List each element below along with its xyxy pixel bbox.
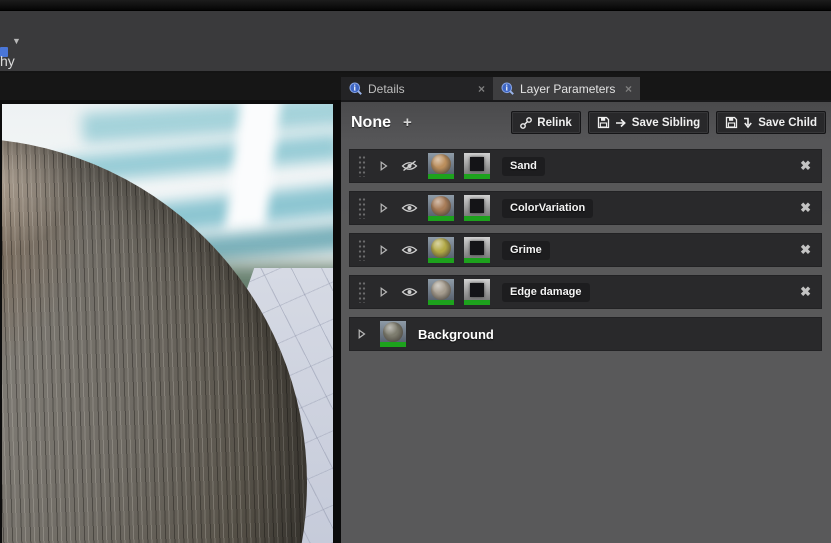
layer-thumbnail-mask[interactable] [464,153,490,179]
button-label: Relink [537,116,572,129]
arrow-down-icon [744,117,753,128]
save-child-button[interactable]: Save Child [716,111,826,134]
layer-name-chip[interactable]: Grime [502,240,550,260]
remove-layer-icon[interactable]: ✖ [800,158,811,174]
panel-header: None + Relink Save Sibling Save Child [341,102,831,143]
remove-layer-icon[interactable]: ✖ [800,242,811,258]
drag-handle[interactable] [358,281,366,303]
toolbar-partial-button[interactable]: hy [0,53,15,69]
drag-handle[interactable] [358,155,366,177]
visibility-on-icon[interactable] [400,244,418,256]
layer-row-colorvariation[interactable]: ColorVariation ✖ [349,191,822,225]
layer-thumbnail-sphere[interactable] [428,237,454,263]
tab-close-icon[interactable]: × [625,82,632,96]
thumbnail-green-bar [428,174,454,179]
panel-tab-bar: i Details × i Layer Parameters × [0,73,831,100]
tab-label: Details [368,81,405,96]
tab-layer-parameters[interactable]: i Layer Parameters × [493,77,640,100]
button-label: Save Sibling [631,116,701,129]
background-layer-label: Background [418,326,494,342]
asset-name-label: None [351,113,391,131]
layer-row-sand[interactable]: Sand ✖ [349,149,822,183]
thumbnail-green-bar [464,216,490,221]
drag-handle[interactable] [358,239,366,261]
button-label: Save Child [758,116,817,129]
arrow-right-icon [615,118,626,127]
tab-label: Layer Parameters [520,81,616,96]
layer-thumbnail-sphere[interactable] [380,321,406,347]
save-icon [726,116,738,129]
layer-row-edge-damage[interactable]: Edge damage ✖ [349,275,822,309]
remove-layer-icon[interactable]: ✖ [800,284,811,300]
editor-toolbar: ▼ hy [0,11,831,73]
application-window: ▼ hy i Details × i Layer Parameters × No… [0,0,831,543]
drag-handle[interactable] [358,197,366,219]
thumbnail-green-bar [464,300,490,305]
visibility-on-icon[interactable] [400,286,418,298]
window-top-bar [0,0,831,11]
expand-arrow-icon[interactable] [380,287,388,297]
layer-stack: Sand ✖ ColorVariation ✖ Grime ✖ Edge dam… [341,143,831,351]
info-magnifier-icon: i [501,82,514,95]
tab-details[interactable]: i Details × [341,77,493,100]
layer-thumbnail-mask[interactable] [464,279,490,305]
layer-thumbnail-mask[interactable] [464,237,490,263]
save-icon [597,116,609,129]
visibility-on-icon[interactable] [400,202,418,214]
expand-arrow-icon[interactable] [380,203,388,213]
save-sibling-button[interactable]: Save Sibling [587,111,710,134]
layer-row-background[interactable]: Background [349,317,822,351]
layer-row-grime[interactable]: Grime ✖ [349,233,822,267]
relink-button[interactable]: Relink [511,111,581,134]
thumbnail-green-bar [464,258,490,263]
layer-name-chip[interactable]: ColorVariation [502,198,594,218]
layer-thumbnail-sphere[interactable] [428,279,454,305]
expand-arrow-icon[interactable] [380,245,388,255]
add-layer-button[interactable]: + [403,114,412,131]
material-preview-viewport[interactable] [0,100,333,543]
thumbnail-green-bar [380,342,406,347]
info-magnifier-icon: i [349,82,362,95]
thumbnail-green-bar [428,258,454,263]
layer-thumbnail-sphere[interactable] [428,195,454,221]
expand-arrow-icon[interactable] [358,329,366,339]
thumbnail-green-bar [428,300,454,305]
viewport-panel-divider[interactable] [333,100,341,543]
layer-name-chip[interactable]: Sand [502,156,545,176]
layer-name-chip[interactable]: Edge damage [502,282,590,302]
thumbnail-green-bar [428,216,454,221]
chevron-down-icon[interactable]: ▼ [12,36,21,46]
thumbnail-green-bar [464,174,490,179]
layer-parameters-panel: None + Relink Save Sibling Save Child Sa… [341,100,831,543]
remove-layer-icon[interactable]: ✖ [800,200,811,216]
layer-thumbnail-sphere[interactable] [428,153,454,179]
tab-close-icon[interactable]: × [478,82,485,96]
link-icon [520,116,533,129]
visibility-off-icon[interactable] [400,160,418,172]
layer-thumbnail-mask[interactable] [464,195,490,221]
expand-arrow-icon[interactable] [380,161,388,171]
